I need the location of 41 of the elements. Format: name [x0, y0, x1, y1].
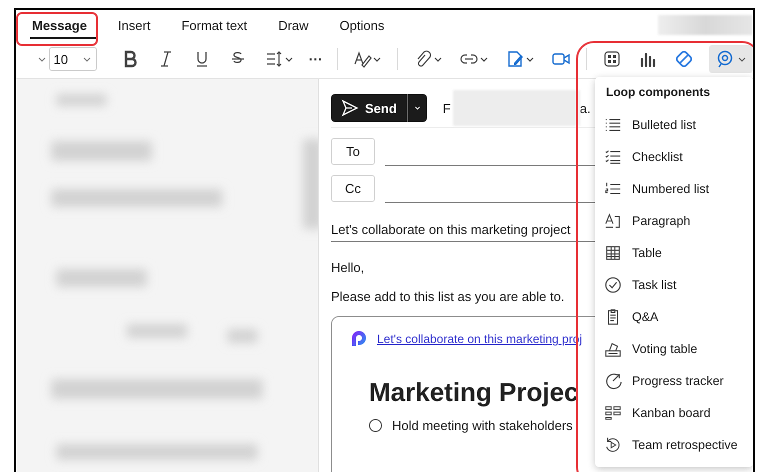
checklist-icon [604, 148, 622, 166]
to-button[interactable]: To [331, 138, 375, 165]
ribbon-tab[interactable]: Format text [179, 12, 258, 38]
more-options-button[interactable]: ··· [302, 51, 329, 67]
send-options-button[interactable] [406, 94, 427, 122]
cc-button[interactable]: Cc [331, 175, 375, 202]
loop-button[interactable] [709, 45, 753, 73]
menu-item[interactable]: Progress tracker [595, 365, 753, 397]
body-text: Please add to this list as you are able to. [331, 289, 566, 304]
paragraph-icon [604, 212, 622, 230]
menu-item[interactable]: Task list [595, 269, 753, 301]
menu-item[interactable]: Numbered list [595, 173, 753, 205]
progress-icon [604, 372, 622, 390]
menu-item[interactable]: Q&A [595, 301, 753, 333]
menu-item[interactable]: Team retrospective [595, 429, 753, 461]
task-checkbox[interactable] [369, 419, 382, 432]
loop-heading: Marketing Projec [369, 377, 579, 408]
body-text: Hello, [331, 260, 366, 275]
bulleted-list-icon [604, 116, 622, 134]
from-label: F [442, 100, 451, 116]
kanban-icon [604, 404, 622, 422]
ribbon-tab[interactable]: Insert [116, 12, 162, 38]
task-text: Hold meeting with stakeholders [392, 418, 573, 433]
menu-title: Loop components [605, 85, 711, 101]
font-size-dropdown[interactable]: 10 [48, 47, 97, 71]
ribbon-tab[interactable]: Options [338, 12, 396, 38]
menu-item[interactable]: Bulleted list [595, 109, 753, 141]
loop-logo-icon [351, 331, 367, 347]
table-icon [604, 244, 622, 262]
menu-item[interactable]: Kanban board [595, 397, 753, 429]
menu-item[interactable]: Checklist [595, 141, 753, 173]
ribbon-tab[interactable]: Message [30, 12, 98, 38]
loop-icon [715, 49, 735, 69]
menu-item[interactable]: Voting table [595, 333, 753, 365]
ribbon-tab[interactable]: Draw [276, 12, 320, 38]
send-icon [341, 99, 359, 117]
from-address: a. [580, 100, 591, 116]
send-button[interactable]: Send [331, 94, 407, 122]
ballot-box-icon [604, 340, 622, 358]
retrospective-icon [604, 436, 622, 454]
task-list-icon [604, 276, 622, 294]
